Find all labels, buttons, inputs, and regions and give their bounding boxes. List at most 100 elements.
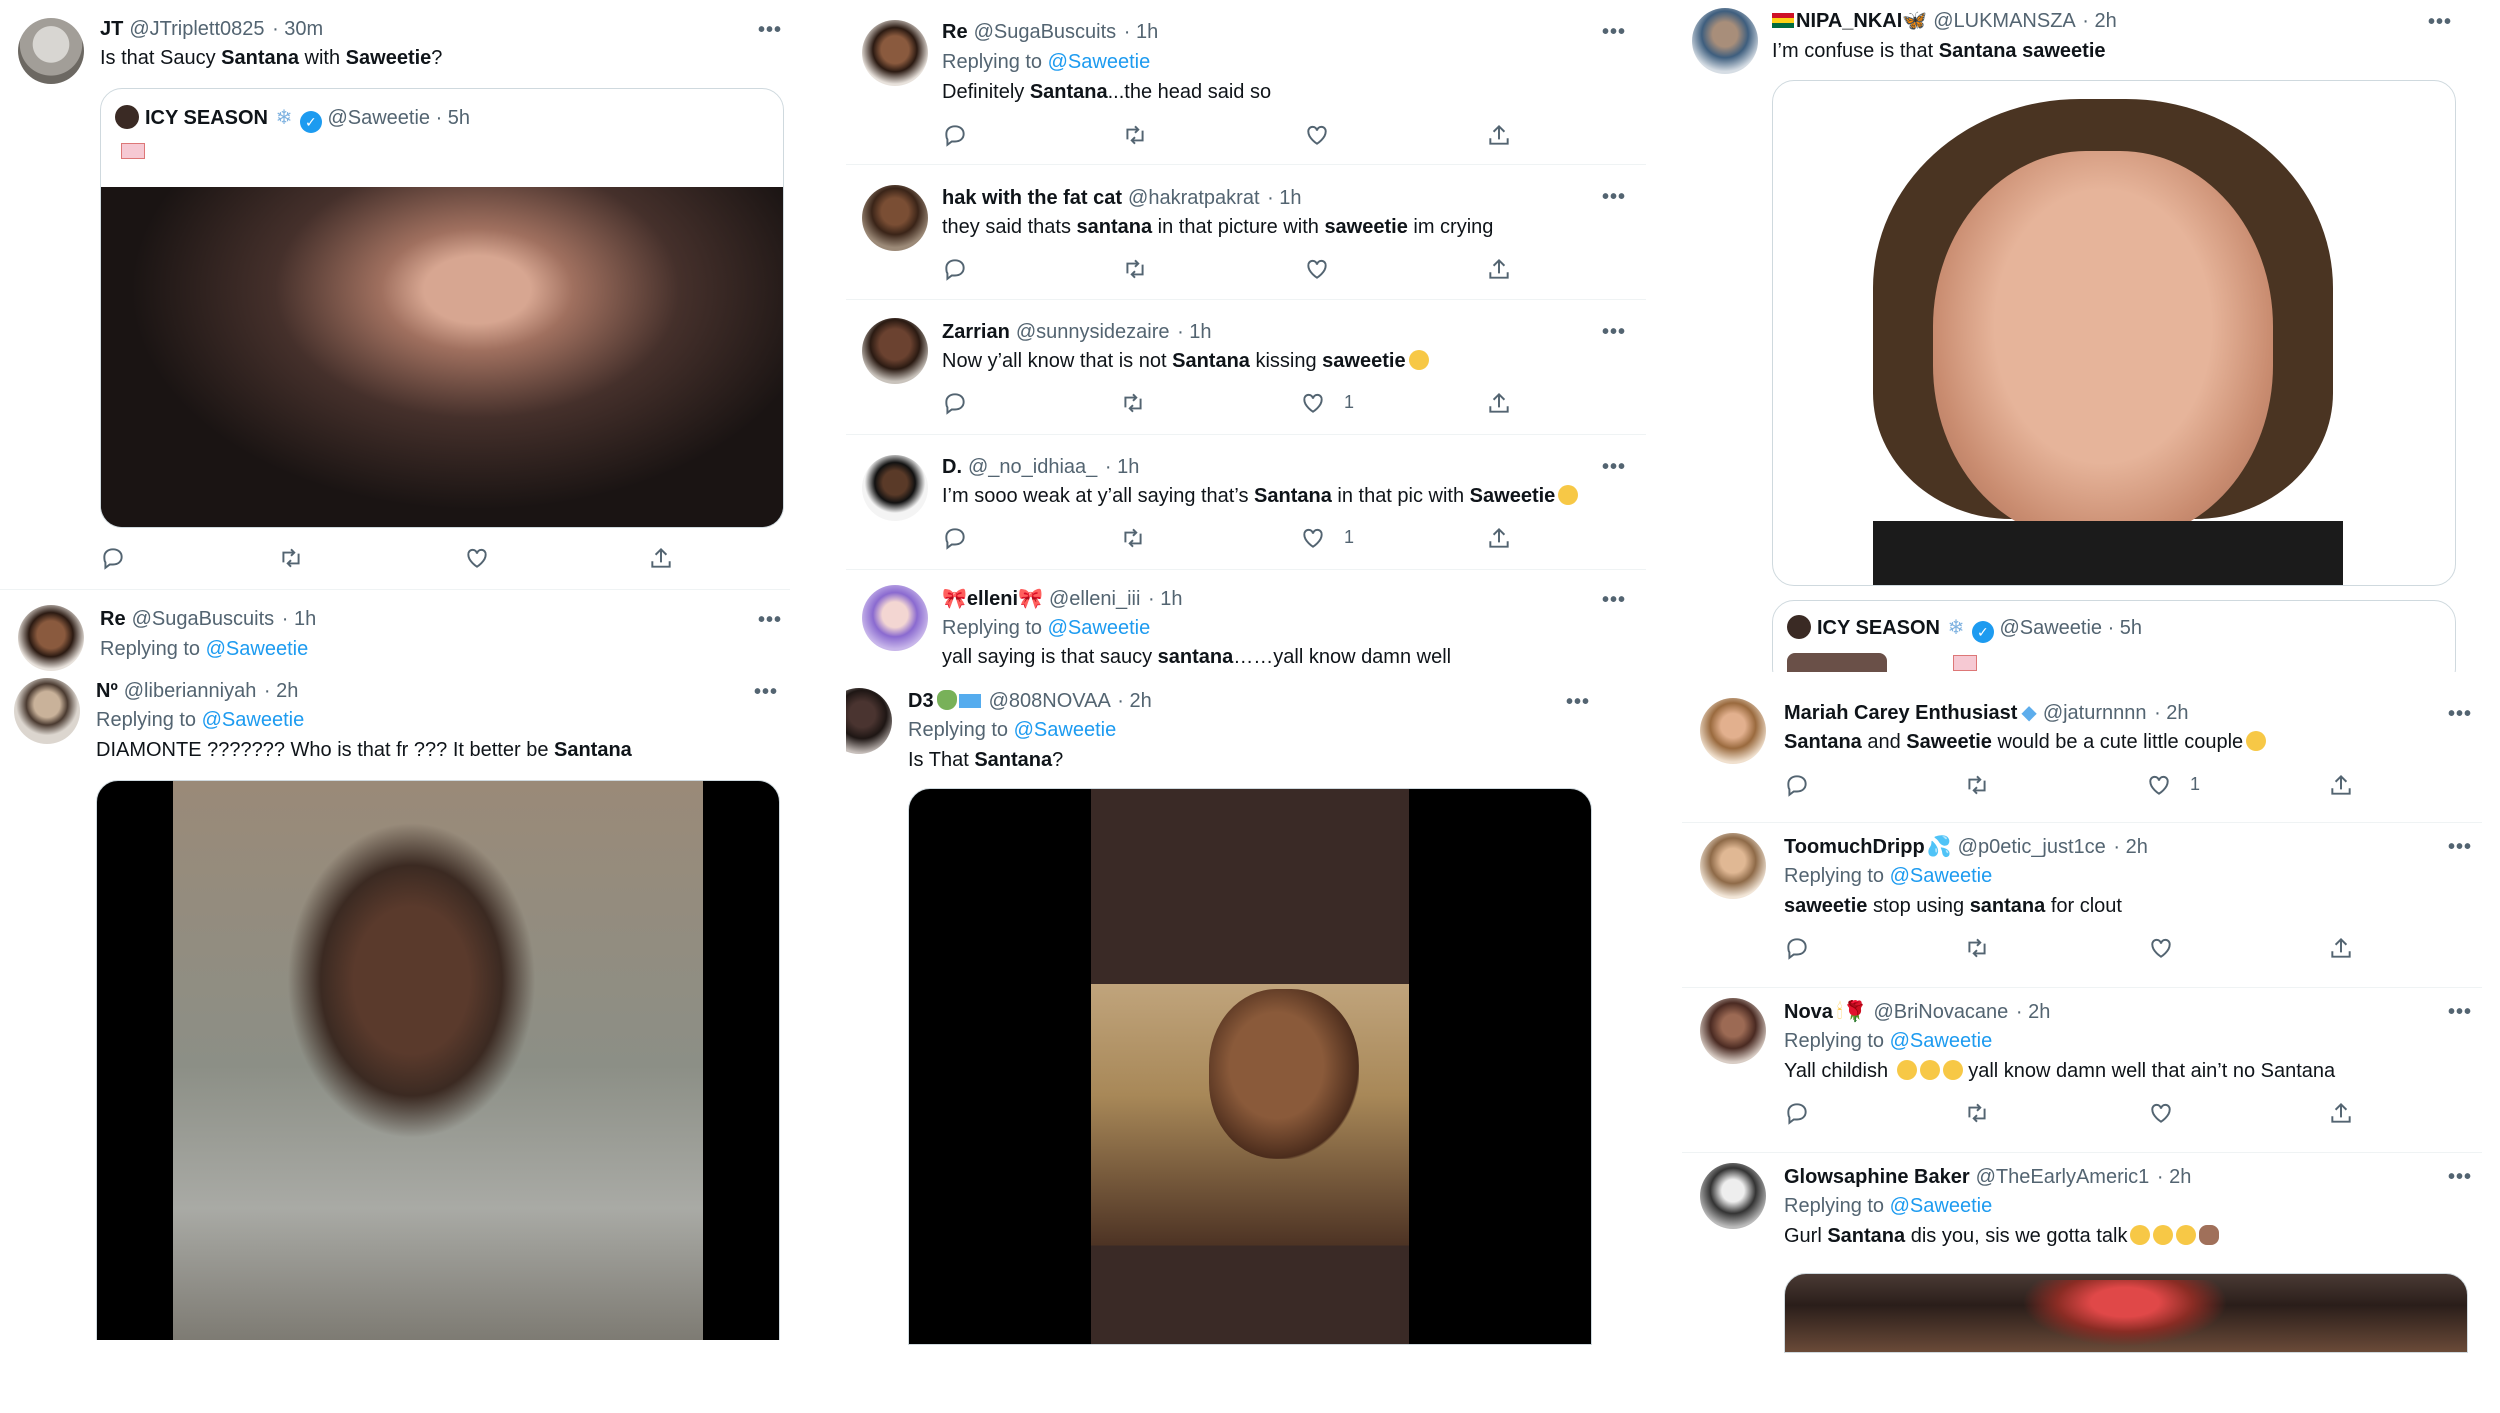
- reply-mention-link[interactable]: @Saweetie: [1890, 1030, 1993, 1052]
- timestamp[interactable]: · 1h: [1105, 456, 1139, 478]
- like-icon[interactable]: [2146, 772, 2174, 800]
- reply-mention-link[interactable]: @Saweetie: [1890, 865, 1993, 887]
- more-icon[interactable]: •••: [754, 682, 778, 702]
- timestamp[interactable]: · 1h: [282, 608, 316, 630]
- tweet-video[interactable]: [96, 780, 780, 1340]
- reply-mention-link[interactable]: @Saweetie: [1890, 1195, 1993, 1217]
- timestamp[interactable]: · 1h: [1148, 588, 1182, 610]
- display-name[interactable]: Zarrian: [942, 321, 1010, 343]
- tweet-zarrian[interactable]: Zarrian @sunnysidezaire · 1h ••• Now y’al…: [846, 300, 1646, 434]
- like-icon[interactable]: [464, 545, 492, 573]
- reply-icon[interactable]: [942, 256, 970, 284]
- timestamp[interactable]: · 2h: [2157, 1166, 2191, 1188]
- handle[interactable]: @elleni_iii: [1049, 588, 1140, 610]
- share-icon[interactable]: [648, 545, 676, 573]
- handle[interactable]: @LUKMANSZA: [1933, 10, 2074, 32]
- display-name[interactable]: D.: [942, 456, 962, 478]
- avatar[interactable]: [18, 605, 84, 671]
- more-icon[interactable]: •••: [1602, 22, 1626, 42]
- reply-mention-link[interactable]: @Saweetie: [1048, 51, 1151, 73]
- display-name[interactable]: Nova: [1784, 1001, 1833, 1023]
- display-name[interactable]: JT: [100, 18, 123, 40]
- retweet-icon[interactable]: [1964, 935, 1992, 963]
- timestamp[interactable]: · 2h: [1117, 690, 1151, 712]
- tweet-nipa-nkai[interactable]: NIPA_NKAI🦋 @LUKMANSZA · 2h ••• I’m confus…: [1676, 0, 2476, 672]
- avatar[interactable]: [1700, 998, 1766, 1064]
- more-icon[interactable]: •••: [1602, 322, 1626, 342]
- handle[interactable]: @TheEarlyAmeric1: [1976, 1166, 2150, 1188]
- avatar[interactable]: [14, 678, 80, 744]
- timestamp[interactable]: · 30m: [272, 18, 323, 40]
- display-name[interactable]: D3: [908, 690, 934, 712]
- tweet-elleni[interactable]: 🎀elleni🎀 @elleni_iii · 1h ••• Replying to…: [846, 570, 1646, 675]
- display-name[interactable]: Re: [942, 21, 968, 43]
- retweet-icon[interactable]: [1964, 1100, 1992, 1128]
- tweet-photo[interactable]: [1772, 80, 2456, 586]
- retweet-icon[interactable]: [1964, 772, 1992, 800]
- share-icon[interactable]: [1486, 390, 1514, 418]
- handle[interactable]: @808NOVAA: [989, 690, 1110, 712]
- timestamp[interactable]: · 2h: [2113, 836, 2147, 858]
- tweet-nova[interactable]: Nova 🕯🌹 @BriNovacane · 2h ••• Replying to …: [1682, 988, 2482, 1152]
- display-name[interactable]: Mariah Carey Enthusiast: [1784, 702, 2017, 724]
- tweet-re[interactable]: Re @SugaBuscuits · 1h ••• Replying to @Sa…: [846, 0, 1646, 165]
- avatar[interactable]: [1700, 698, 1766, 764]
- reply-mention-link[interactable]: @Saweetie: [1048, 617, 1151, 639]
- like-icon[interactable]: [1304, 256, 1332, 284]
- reply-icon[interactable]: [942, 525, 970, 553]
- retweet-icon[interactable]: [1120, 525, 1148, 553]
- more-icon[interactable]: •••: [1602, 457, 1626, 477]
- like-icon[interactable]: [2148, 1100, 2176, 1128]
- avatar[interactable]: [846, 688, 892, 754]
- avatar[interactable]: [862, 20, 928, 86]
- like-icon[interactable]: [2148, 935, 2176, 963]
- timestamp[interactable]: · 1h: [1177, 321, 1211, 343]
- more-icon[interactable]: •••: [2448, 1167, 2472, 1187]
- handle[interactable]: @SugaBuscuits: [974, 21, 1117, 43]
- avatar[interactable]: [862, 585, 928, 651]
- handle[interactable]: @JTriplett0825: [129, 18, 264, 40]
- handle[interactable]: @liberianniyah: [124, 680, 257, 702]
- share-icon[interactable]: [1486, 525, 1514, 553]
- retweet-icon[interactable]: [1122, 256, 1150, 284]
- like-icon[interactable]: [1300, 390, 1328, 418]
- reply-icon[interactable]: [942, 122, 970, 150]
- more-icon[interactable]: •••: [1566, 692, 1590, 712]
- tweet-photo[interactable]: [1784, 1273, 2468, 1353]
- handle[interactable]: @hakratpakrat: [1128, 187, 1259, 209]
- handle[interactable]: @p0etic_just1ce: [1958, 836, 2106, 858]
- handle[interactable]: @SugaBuscuits: [132, 608, 275, 630]
- tweet-video[interactable]: [908, 788, 1592, 1345]
- reply-mention-link[interactable]: @Saweetie: [1014, 719, 1117, 741]
- share-icon[interactable]: [2328, 1100, 2356, 1128]
- tweet-re[interactable]: Re @SugaBuscuits · 1h ••• Replying to @Sa…: [0, 590, 790, 671]
- more-icon[interactable]: •••: [2448, 1002, 2472, 1022]
- avatar[interactable]: [1700, 833, 1766, 899]
- reply-icon[interactable]: [942, 390, 970, 418]
- timestamp[interactable]: · 1h: [1124, 21, 1158, 43]
- more-icon[interactable]: •••: [1602, 590, 1626, 610]
- display-name[interactable]: NIPA_NKAI: [1796, 10, 1902, 32]
- quoted-photo[interactable]: [101, 187, 783, 527]
- like-icon[interactable]: [1300, 525, 1328, 553]
- retweet-icon[interactable]: [1120, 390, 1148, 418]
- quoted-tweet[interactable]: ICY SEASON ❄ ✓ @Saweetie · 5h: [100, 88, 784, 528]
- reply-icon[interactable]: [1784, 935, 1812, 963]
- display-name[interactable]: Nº: [96, 680, 118, 702]
- share-icon[interactable]: [2328, 935, 2356, 963]
- tweet-hak[interactable]: hak with the fat cat @hakratpakrat · 1h •…: [846, 165, 1646, 299]
- avatar[interactable]: [862, 185, 928, 251]
- handle[interactable]: @sunnysidezaire: [1016, 321, 1170, 343]
- more-icon[interactable]: •••: [2448, 837, 2472, 857]
- display-name[interactable]: Re: [100, 608, 126, 630]
- timestamp[interactable]: · 2h: [2016, 1001, 2050, 1023]
- avatar[interactable]: [1700, 1163, 1766, 1229]
- tweet-toomuchdripp[interactable]: ToomuchDripp 💦 @p0etic_just1ce · 2h ••• Re…: [1682, 823, 2482, 987]
- more-icon[interactable]: •••: [758, 610, 782, 630]
- share-icon[interactable]: [2328, 772, 2356, 800]
- more-icon[interactable]: •••: [758, 20, 782, 40]
- avatar[interactable]: [18, 18, 84, 84]
- timestamp[interactable]: · 2h: [2154, 702, 2188, 724]
- reply-mention-link[interactable]: @Saweetie: [202, 709, 305, 731]
- reply-mention-link[interactable]: @Saweetie: [206, 638, 309, 660]
